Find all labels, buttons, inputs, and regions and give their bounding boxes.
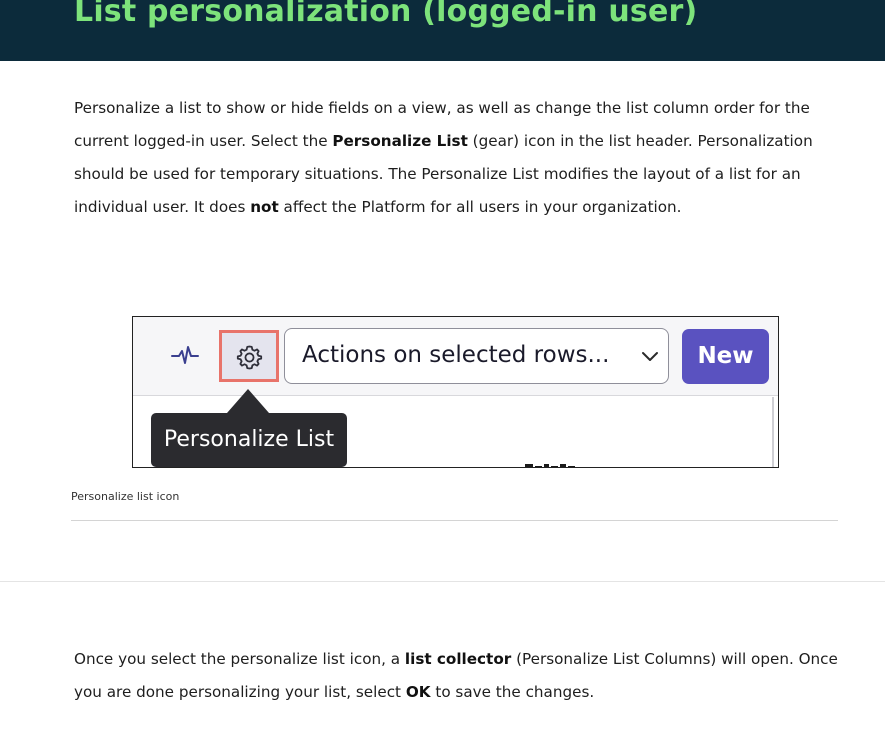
- outro-text-3: to save the changes.: [430, 683, 595, 701]
- caption-divider: [71, 520, 838, 521]
- figure-caption: Personalize list icon: [71, 490, 180, 503]
- personalize-list-button[interactable]: [219, 330, 279, 382]
- section-divider: [0, 581, 885, 582]
- personalize-list-tooltip: Personalize List: [151, 413, 347, 467]
- gear-icon: [236, 345, 263, 370]
- scrollbar[interactable]: [772, 397, 774, 467]
- outro-paragraph: Once you select the personalize list ico…: [74, 643, 844, 709]
- intro-text-3: affect the Platform for all users in you…: [278, 198, 682, 216]
- intro-bold-personalize-list: Personalize List: [332, 132, 468, 150]
- tooltip-arrow: [227, 389, 269, 413]
- cropped-column-header: [525, 456, 585, 467]
- pulse-icon[interactable]: [171, 343, 199, 367]
- cropped-text-fragment: [525, 464, 575, 467]
- personalize-list-screenshot: Actions on selected rows... New Personal…: [132, 316, 779, 468]
- list-toolbar: Actions on selected rows... New: [133, 317, 778, 395]
- intro-paragraph: Personalize a list to show or hide field…: [74, 92, 844, 224]
- outro-bold-ok: OK: [405, 683, 431, 701]
- actions-select-label: Actions on selected rows...: [302, 342, 610, 368]
- chevron-down-icon: [642, 352, 658, 361]
- intro-bold-not: not: [250, 198, 279, 216]
- outro-bold-list-collector: list collector: [404, 650, 512, 668]
- outro-text-1: Once you select the personalize list ico…: [74, 650, 405, 668]
- page-title: List personalization (logged-in user): [74, 0, 698, 29]
- actions-select[interactable]: Actions on selected rows...: [284, 328, 669, 384]
- new-button[interactable]: New: [682, 329, 769, 384]
- page-header: List personalization (logged-in user): [0, 0, 885, 61]
